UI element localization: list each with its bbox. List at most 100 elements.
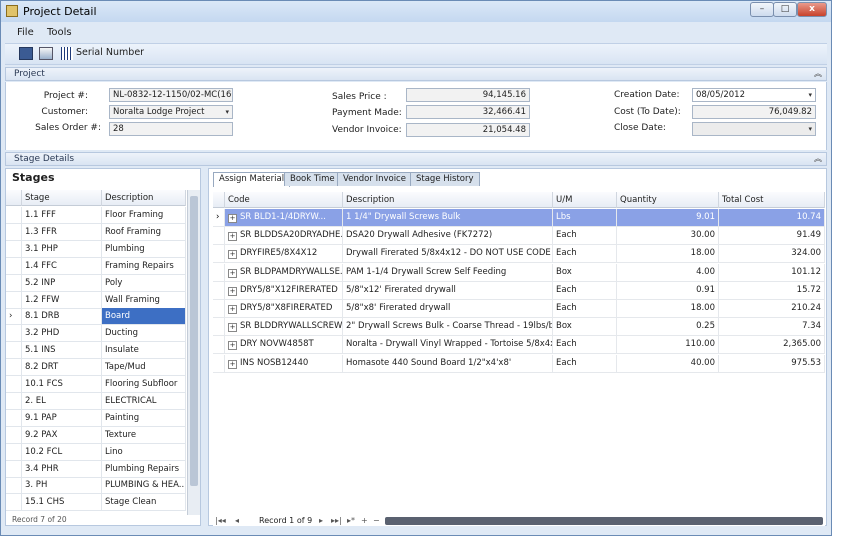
stage-cell[interactable]: 5.1 INS [22, 342, 102, 359]
stage-row[interactable]: 3.4 PHR Plumbing Repairs [6, 460, 186, 478]
stage-row[interactable]: 2. EL ELECTRICAL [6, 392, 186, 410]
stage-description-cell[interactable]: Poly [102, 274, 186, 291]
expand-icon[interactable]: + [228, 268, 237, 278]
stage-description-cell[interactable]: Wall Framing [102, 291, 186, 308]
chevron-down-icon[interactable]: ▾ [808, 89, 812, 101]
nav-first-icon[interactable]: |◂◂ [215, 515, 226, 526]
code-cell[interactable]: + DRY NOVW4858T [225, 336, 343, 354]
material-row[interactable]: + DRY5/8"X12FIRERATED 5/8"x12' Firerated d… [213, 281, 825, 300]
stage-cell[interactable]: 1.4 FFC [22, 257, 102, 274]
total-cost-cell[interactable]: 7.34 [719, 318, 825, 336]
stage-row[interactable]: 5.2 INP Poly [6, 274, 186, 292]
stage-cell[interactable]: 5.2 INP [22, 274, 102, 291]
material-row[interactable]: › + SR BLD1-1/4DRYW... 1 1/4" Drywall Screw… [213, 209, 825, 227]
description-cell[interactable]: DSA20 Drywall Adhesive (FK7272) [343, 227, 553, 245]
stage-row[interactable]: 1.3 FFR Roof Framing [6, 223, 186, 241]
description-cell[interactable]: Drywall Firerated 5/8x4x12 - DO NOT USE … [343, 245, 553, 263]
material-row[interactable]: + DRYFIRE5/8X4X12 Drywall Firerated 5/8x4x… [213, 245, 825, 264]
sales-price-field[interactable]: 94,145.16 [406, 88, 530, 102]
um-column-header[interactable]: U/M [553, 192, 617, 208]
code-cell[interactable]: + DRY5/8"X12FIRERATED [225, 281, 343, 299]
stage-cell[interactable]: 1.3 FFR [22, 223, 102, 240]
stage-description-cell[interactable]: Insulate [102, 342, 186, 359]
stage-description-cell[interactable]: ELECTRICAL [102, 392, 186, 409]
cost-to-date-field[interactable]: 76,049.82 [692, 105, 816, 119]
stage-row[interactable]: 1.4 FFC Framing Repairs [6, 257, 186, 275]
chevron-down-icon[interactable]: ▾ [225, 106, 229, 118]
expand-icon[interactable]: + [228, 232, 237, 242]
nav-delete-icon[interactable]: − [373, 515, 380, 526]
material-row[interactable]: + SR BLDPAMDRYWALLSE... PAM 1-1/4 Drywall … [213, 263, 825, 282]
stage-description-cell[interactable]: Lino [102, 443, 186, 460]
stage-cell[interactable]: 8.1 DRB [22, 308, 102, 325]
maximize-button[interactable]: □ [773, 2, 797, 17]
code-cell[interactable]: + SR BLD1-1/4DRYW... [225, 209, 343, 226]
payment-made-field[interactable]: 32,466.41 [406, 105, 530, 119]
save-icon[interactable] [19, 47, 33, 60]
material-row[interactable]: + SR BLDDSA20DRYADHE... DSA20 Drywall Adhe… [213, 227, 825, 246]
nav-append-icon[interactable]: ▸* [347, 515, 355, 526]
chevron-down-icon[interactable]: ▾ [808, 123, 812, 135]
total-cost-cell[interactable]: 210.24 [719, 300, 825, 317]
stage-row[interactable]: 15.1 CHS Stage Clean [6, 494, 186, 512]
sales-order-field[interactable]: 28 [109, 122, 233, 136]
stage-cell[interactable]: 1.2 FFW [22, 291, 102, 308]
um-cell[interactable]: Each [553, 354, 617, 372]
menu-tools[interactable]: Tools [47, 27, 72, 38]
stage-description-cell[interactable]: Roof Framing [102, 223, 186, 240]
stage-description-cell[interactable]: Texture [102, 426, 186, 443]
description-column-header[interactable]: Description [102, 190, 186, 206]
um-cell[interactable]: Each [553, 300, 617, 317]
stage-cell[interactable]: 15.1 CHS [22, 494, 102, 511]
stage-cell[interactable]: 9.2 PAX [22, 426, 102, 443]
stage-row[interactable]: 3. PH PLUMBING & HEA... [6, 477, 186, 495]
stage-cell[interactable]: 8.2 DRT [22, 359, 102, 376]
quantity-cell[interactable]: 30.00 [617, 227, 719, 245]
stage-row[interactable]: 8.2 DRT Tape/Mud [6, 359, 186, 377]
code-cell[interactable]: + INS NOSB12440 [225, 354, 343, 372]
total-cost-cell[interactable]: 2,365.00 [719, 336, 825, 354]
serial-number-button[interactable]: Serial Number [76, 47, 144, 58]
expand-icon[interactable]: + [228, 286, 237, 296]
stage-description-cell[interactable]: Floor Framing [102, 207, 186, 223]
stage-cell[interactable]: 10.2 FCL [22, 443, 102, 460]
project-section-header[interactable]: Project ︽ [5, 67, 827, 81]
code-cell[interactable]: + SR BLDDRYWALLSCREW2 [225, 318, 343, 336]
quantity-cell[interactable]: 4.00 [617, 263, 719, 281]
um-cell[interactable]: Each [553, 281, 617, 299]
description-cell[interactable]: 2" Drywall Screws Bulk - Coarse Thread -… [343, 318, 553, 336]
total-cost-column-header[interactable]: Total Cost [719, 192, 825, 208]
description-cell[interactable]: Homasote 440 Sound Board 1/2"x4'x8' [343, 354, 553, 372]
expand-icon[interactable]: + [228, 341, 237, 351]
description-cell[interactable]: PAM 1-1/4 Drywall Screw Self Feeding [343, 263, 553, 281]
code-cell[interactable]: + SR BLDPAMDRYWALLSE... [225, 263, 343, 281]
tab-book-time[interactable]: Book Time [284, 172, 341, 186]
material-row[interactable]: + DRY5/8"X8FIRERATED 5/8"x8' Firerated dry… [213, 300, 825, 318]
customer-field[interactable]: Noralta Lodge Project ▾ [109, 105, 233, 119]
description-column-header[interactable]: Description [343, 192, 553, 208]
expand-icon[interactable]: + [228, 250, 237, 260]
stage-cell[interactable]: 3.1 PHP [22, 240, 102, 257]
quantity-column-header[interactable]: Quantity [617, 192, 719, 208]
scrollbar-thumb[interactable] [190, 196, 198, 486]
stage-row[interactable]: 1.2 FFW Wall Framing [6, 291, 186, 309]
close-button[interactable]: x [797, 2, 827, 17]
description-cell[interactable]: Noralta - Drywall Vinyl Wrapped - Tortoi… [343, 336, 553, 354]
code-cell[interactable]: + DRY5/8"X8FIRERATED [225, 300, 343, 317]
stage-description-cell[interactable]: Stage Clean [102, 494, 186, 511]
stage-description-cell[interactable]: Framing Repairs [102, 257, 186, 274]
expand-icon[interactable]: + [228, 323, 237, 333]
menu-file[interactable]: File [17, 27, 34, 38]
stages-scrollbar[interactable] [187, 190, 200, 515]
total-cost-cell[interactable]: 91.49 [719, 227, 825, 245]
um-cell[interactable]: Box [553, 263, 617, 281]
stage-cell[interactable]: 3.4 PHR [22, 460, 102, 477]
print-icon[interactable] [39, 47, 53, 60]
quantity-cell[interactable]: 18.00 [617, 300, 719, 317]
expand-icon[interactable]: + [228, 214, 237, 223]
expand-icon[interactable]: + [228, 359, 237, 369]
description-cell[interactable]: 5/8"x8' Firerated drywall [343, 300, 553, 317]
collapse-icon[interactable]: ︽ [814, 153, 822, 165]
description-cell[interactable]: 1 1/4" Drywall Screws Bulk [343, 209, 553, 226]
quantity-cell[interactable]: 40.00 [617, 354, 719, 372]
